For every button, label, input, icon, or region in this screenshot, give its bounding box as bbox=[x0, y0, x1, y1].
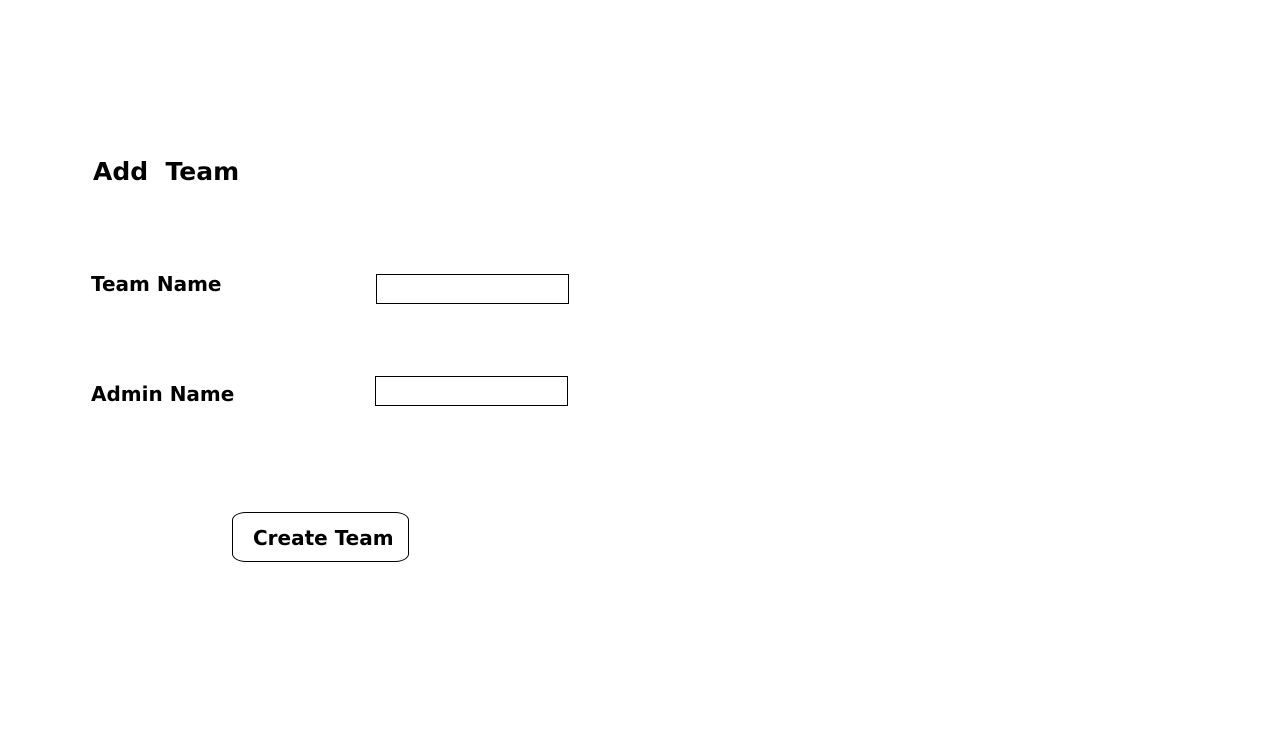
admin-name-label: Admin Name bbox=[91, 382, 235, 406]
create-team-button[interactable]: Create Team bbox=[232, 512, 409, 562]
admin-name-input[interactable] bbox=[375, 376, 568, 406]
team-name-input[interactable] bbox=[376, 274, 569, 304]
page-title: Add Team bbox=[93, 157, 240, 186]
add-team-page: Add Team Team Name Admin Name Create Tea… bbox=[0, 0, 1279, 743]
team-name-label: Team Name bbox=[91, 272, 222, 296]
